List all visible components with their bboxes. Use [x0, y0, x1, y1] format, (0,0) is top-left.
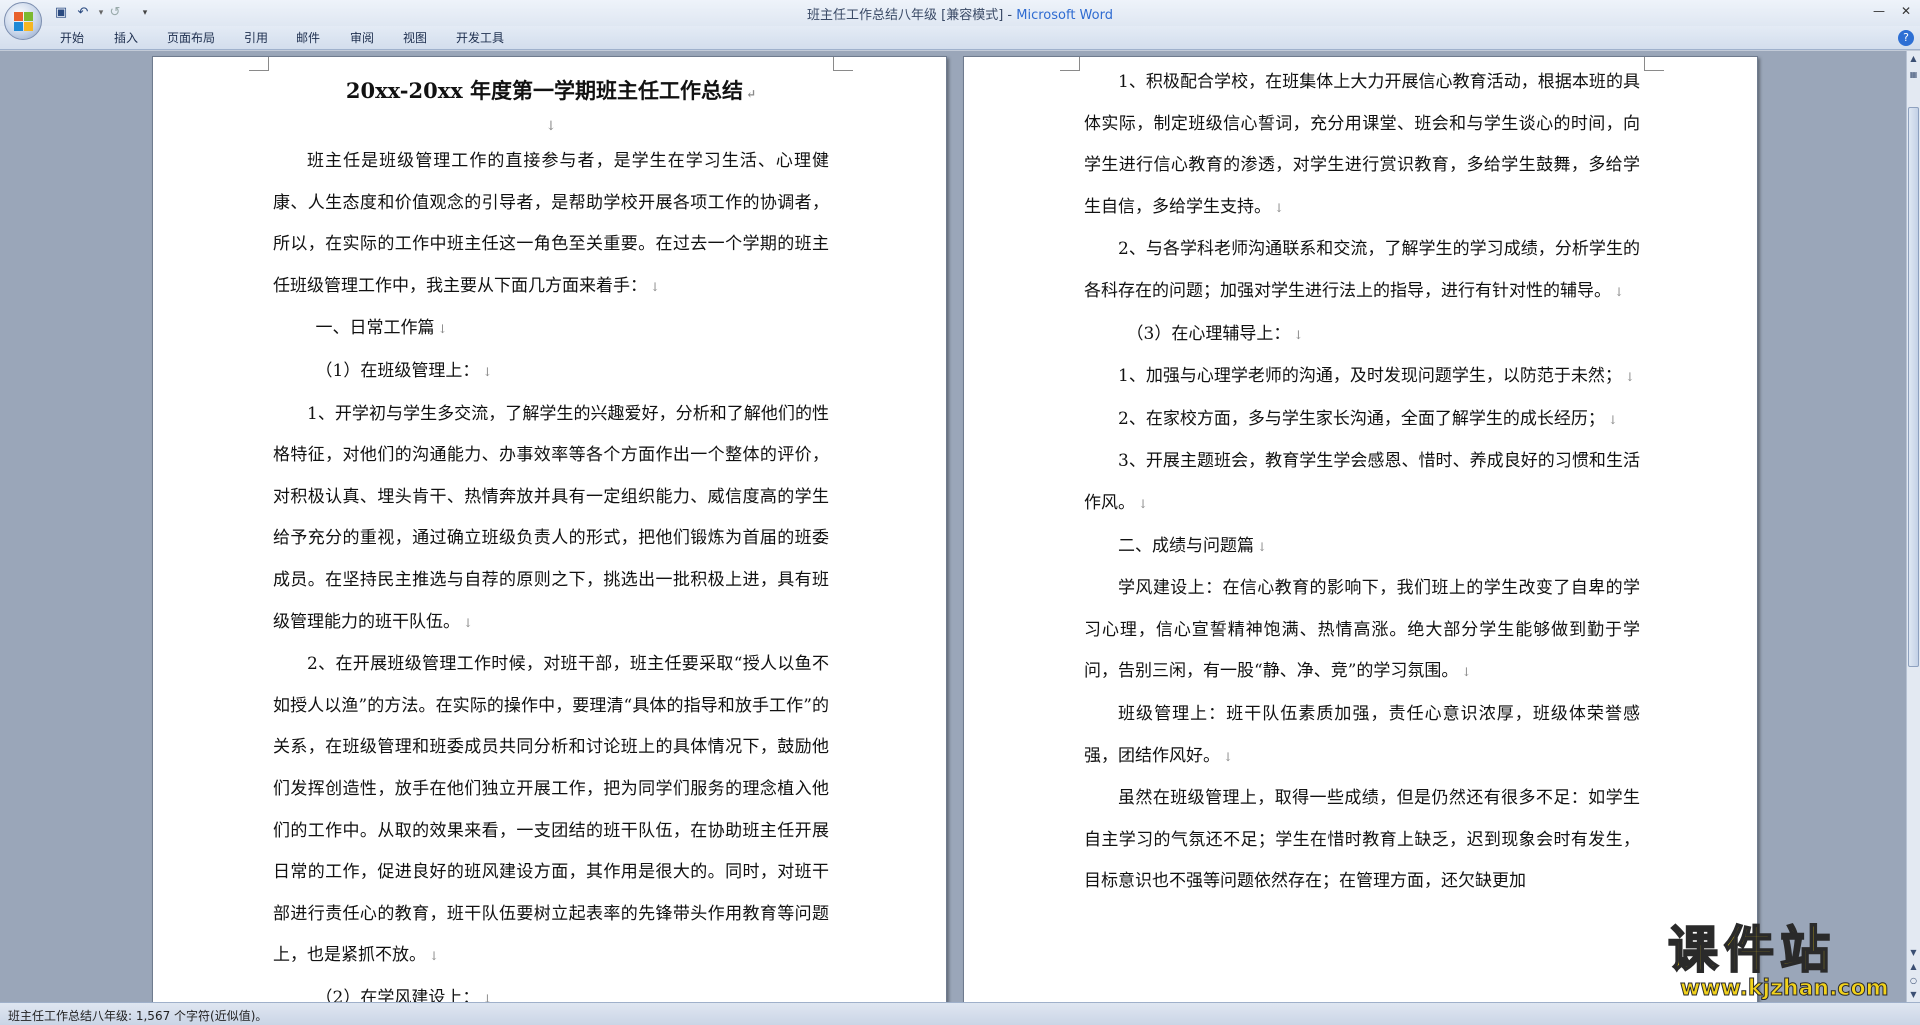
paragraph-text: 3、开展主题班会，教育学生学会感恩、惜时、养成良好的习惯和生活作风。	[1084, 451, 1640, 513]
sub-heading[interactable]: （1）在班级管理上： ↓	[273, 351, 829, 394]
paragraph[interactable]: 2、与各学科老师沟通联系和交流，了解学生的学习成绩，分析学生的各科存在的问题；加…	[1084, 229, 1640, 313]
paragraph-text: 班主任是班级管理工作的直接参与者，是学生在学习生活、心理健康、人生态度和价值观念…	[273, 151, 829, 296]
crop-mark	[833, 57, 853, 71]
crop-mark	[1644, 57, 1664, 71]
next-page-icon[interactable]: ▼	[1908, 989, 1919, 1001]
browse-object-icon[interactable]: ○	[1908, 975, 1919, 987]
paragraph-text: 一、日常工作篇	[315, 318, 435, 339]
paragraph-mark-icon: ↓	[482, 991, 493, 1002]
paragraph-text: 虽然在班级管理上，取得一些成绩，但是仍然还有很多不足：如学生自主学习的气氛还不足…	[1084, 788, 1640, 892]
tab-mailings[interactable]: 邮件	[296, 29, 320, 47]
paragraph-mark-icon: ↓	[482, 364, 493, 379]
office-logo-icon	[14, 12, 34, 32]
sub-heading[interactable]: （2）在学风建设上： ↓	[273, 978, 829, 1002]
section-heading[interactable]: 一、日常工作篇 ↓	[273, 308, 829, 351]
previous-page-icon[interactable]: ▲	[1908, 961, 1919, 973]
tab-page-layout[interactable]: 页面布局	[167, 29, 215, 47]
empty-paragraph: ↓	[545, 119, 557, 134]
paragraph-mark-icon: ↵	[746, 87, 757, 101]
office-button[interactable]	[4, 2, 42, 40]
paragraph-mark-icon: ↓	[650, 279, 661, 294]
title-bar: ▣ ↶ ▾ ↺ ▾ 班主任工作总结八年级 [兼容模式] - Microsoft …	[0, 0, 1920, 40]
tab-home[interactable]: 开始	[60, 29, 84, 47]
watermark-url: www.kjzhan.com	[1680, 976, 1890, 1002]
paragraph[interactable]: 班主任是班级管理工作的直接参与者，是学生在学习生活、心理健康、人生态度和价值观念…	[273, 141, 829, 308]
tab-insert[interactable]: 插入	[114, 29, 138, 47]
paragraph-text: 二、成绩与问题篇	[1118, 535, 1254, 556]
scrollbar-thumb[interactable]	[1908, 107, 1919, 667]
paragraph-mark-icon: ↓	[429, 949, 440, 964]
paragraph-mark-icon: ↓	[1223, 749, 1234, 764]
document-heading[interactable]: 20xx-20xx 年度第一学期班主任工作总结 ↵	[273, 72, 829, 113]
paragraph[interactable]: 学风建设上：在信心教育的影响下，我们班上的学生改变了自卑的学习心理，信心宣誓精神…	[1084, 568, 1640, 694]
sub-heading[interactable]: （3）在心理辅导上： ↓	[1084, 314, 1640, 357]
document-title: 班主任工作总结八年级 [兼容模式] -	[807, 8, 1017, 23]
section-heading[interactable]: 二、成绩与问题篇 ↓	[1084, 526, 1640, 569]
crop-mark	[249, 57, 269, 71]
ruler-toggle-icon[interactable]: ▦	[1908, 69, 1919, 81]
page-1[interactable]: 20xx-20xx 年度第一学期班主任工作总结 ↵ ↓ 班主任是班级管理工作的直接…	[152, 56, 947, 1002]
site-watermark: 课件站 www.kjzhan.com	[1667, 921, 1908, 1002]
paragraph-mark-icon: ↓	[1293, 327, 1304, 342]
tab-references[interactable]: 引用	[244, 29, 268, 47]
tab-view[interactable]: 视图	[403, 29, 427, 47]
paragraph[interactable]: 2、在家校方面，多与学生家长沟通，全面了解学生的成长经历； ↓	[1084, 399, 1640, 442]
paragraph-text: 2、与各学科老师沟通联系和交流，了解学生的学习成绩，分析学生的各科存在的问题；加…	[1084, 239, 1640, 301]
paragraph-text: 1、加强与心理学老师的沟通，及时发现问题学生，以防范于未然；	[1118, 366, 1622, 387]
paragraph-text: （2）在学风建设上：	[315, 987, 480, 1002]
paragraph-text: 2、在家校方面，多与学生家长沟通，全面了解学生的成长经历；	[1118, 408, 1605, 429]
paragraph-mark-icon: ↓	[437, 322, 448, 337]
paragraph-mark-icon: ↓	[1138, 496, 1149, 511]
close-icon[interactable]: ✕	[1895, 2, 1917, 20]
paragraph[interactable]: 1、开学初与学生多交流，了解学生的兴趣爱好，分析和了解他们的性格特征，对他们的沟…	[273, 394, 829, 645]
page-1-content: 20xx-20xx 年度第一学期班主任工作总结 ↵ ↓ 班主任是班级管理工作的直接…	[273, 72, 829, 1002]
word-count-status[interactable]: 班主任工作总结八年级: 1,567 个字符(近似值)。	[8, 1007, 267, 1024]
tab-review[interactable]: 审阅	[350, 29, 374, 47]
paragraph-text: 学风建设上：在信心教育的影响下，我们班上的学生改变了自卑的学习心理，信心宣誓精神…	[1084, 578, 1640, 682]
crop-mark	[1060, 57, 1080, 71]
paragraph-text: （3）在心理辅导上：	[1126, 323, 1291, 344]
paragraph[interactable]: 2、在开展班级管理工作时候，对班干部，班主任要采取“授人以鱼不如授人以渔”的方法…	[273, 644, 829, 978]
scroll-down-icon[interactable]: ▼	[1908, 947, 1919, 959]
paragraph-mark-icon: ↓	[1274, 200, 1285, 215]
help-icon[interactable]: ?	[1898, 30, 1914, 46]
status-bar: 班主任工作总结八年级: 1,567 个字符(近似值)。	[0, 1002, 1920, 1025]
heading-text: 20xx-20xx 年度第一学期班主任工作总结	[345, 78, 744, 103]
app-name: Microsoft Word	[1016, 8, 1113, 23]
paragraph[interactable]: 1、积极配合学校，在班集体上大力开展信心教育活动，根据本班的具体实际，制定班级信…	[1084, 62, 1640, 229]
vertical-scrollbar[interactable]: ▲ ▦ ▼ ▲ ○ ▼	[1906, 51, 1920, 1002]
watermark-logo-text: 课件站	[1667, 921, 1836, 979]
window-title: 班主任工作总结八年级 [兼容模式] - Microsoft Word	[0, 4, 1920, 23]
paragraph-text: 2、在开展班级管理工作时候，对班干部，班主任要采取“授人以鱼不如授人以渔”的方法…	[273, 654, 829, 966]
paragraph[interactable]: 1、加强与心理学老师的沟通，及时发现问题学生，以防范于未然； ↓	[1084, 356, 1640, 399]
paragraph-mark-icon: ↓	[1461, 665, 1472, 680]
tab-developer[interactable]: 开发工具	[456, 29, 504, 47]
paragraph[interactable]: 虽然在班级管理上，取得一些成绩，但是仍然还有很多不足：如学生自主学习的气氛还不足…	[1084, 778, 1640, 903]
paragraph-text: 1、积极配合学校，在班集体上大力开展信心教育活动，根据本班的具体实际，制定班级信…	[1084, 72, 1640, 217]
ribbon-tabs: 开始 插入 页面布局 引用 邮件 审阅 视图 开发工具 ?	[0, 26, 1920, 50]
minimize-icon[interactable]: —	[1868, 2, 1890, 20]
paragraph-text: 1、开学初与学生多交流，了解学生的兴趣爱好，分析和了解他们的性格特征，对他们的沟…	[273, 403, 829, 632]
paragraph-text: （1）在班级管理上：	[315, 360, 480, 381]
paragraph-mark-icon: ↓	[1607, 412, 1618, 427]
paragraph[interactable]: 班级管理上：班干队伍素质加强，责任心意识浓厚，班级体荣誉感强，团结作风好。 ↓	[1084, 694, 1640, 778]
page-2[interactable]: 1、积极配合学校，在班集体上大力开展信心教育活动，根据本班的具体实际，制定班级信…	[963, 56, 1758, 1002]
paragraph-mark-icon: ↓	[1624, 370, 1635, 385]
paragraph[interactable]: 3、开展主题班会，教育学生学会感恩、惜时、养成良好的习惯和生活作风。 ↓	[1084, 441, 1640, 525]
paragraph-text: 班级管理上：班干队伍素质加强，责任心意识浓厚，班级体荣誉感强，团结作风好。	[1084, 703, 1640, 766]
page-2-content: 1、积极配合学校，在班集体上大力开展信心教育活动，根据本班的具体实际，制定班级信…	[1084, 62, 1640, 903]
scroll-up-icon[interactable]: ▲	[1908, 53, 1919, 65]
paragraph-mark-icon: ↓	[1257, 539, 1268, 554]
paragraph-mark-icon: ↓	[1614, 284, 1625, 299]
paragraph-mark-icon: ↓	[463, 615, 474, 630]
document-area[interactable]: 20xx-20xx 年度第一学期班主任工作总结 ↵ ↓ 班主任是班级管理工作的直接…	[0, 51, 1906, 1002]
